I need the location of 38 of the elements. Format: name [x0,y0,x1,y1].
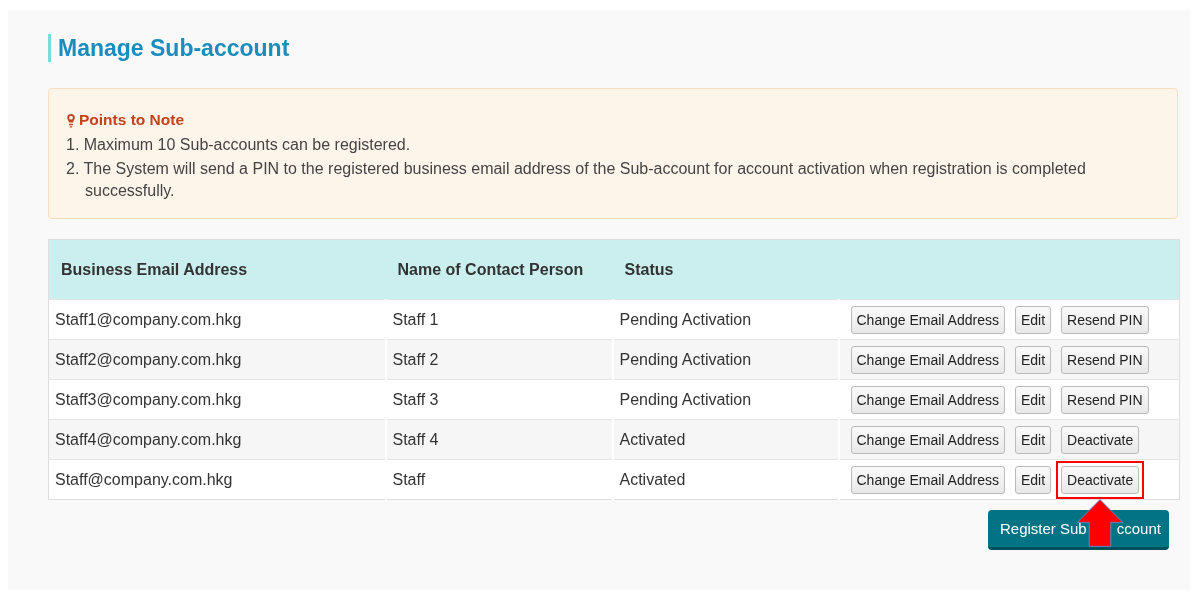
action-button[interactable]: Resend PIN [1061,345,1149,374]
note-item: 1. Maximum 10 Sub-accounts can be registered. [66,135,412,155]
note-heading: Points to Note [79,111,185,129]
change-email-button[interactable]: Change Email Address [850,305,1005,334]
action-button[interactable]: Resend PIN [1061,305,1149,334]
change-email-button[interactable]: Change Email Address [850,385,1005,414]
email-text: Staff4@company.com.hkg [55,430,242,448]
change-email-button[interactable]: Change Email Address [850,425,1005,454]
status-text: Pending Activation [619,350,752,368]
edit-button[interactable]: Edit [1014,385,1052,414]
email-text: Staff3@company.com.hkg [55,390,242,408]
note-item: 2. The System will send a PIN to the registered business email address of the Sub-account for account activation when registration is completed successfully. [66,159,1087,201]
edit-button[interactable]: Edit [1014,345,1052,374]
edit-button[interactable]: Edit [1014,305,1052,334]
action-button[interactable]: Deactivate [1061,465,1140,494]
contact-name: Staff 2 [392,350,439,368]
change-email-button[interactable]: Change Email Address [850,345,1005,374]
column-header: Status [624,260,674,278]
status-text: Pending Activation [619,310,752,328]
change-email-button[interactable]: Change Email Address [850,465,1005,494]
email-text: Staff2@company.com.hkg [55,350,242,368]
column-header: Name of Contact Person [397,260,584,278]
lightbulb-icon [66,112,76,128]
edit-button[interactable]: Edit [1014,465,1052,494]
column-header: Business Email Address [61,260,248,278]
status-text: Activated [619,470,686,488]
contact-name: Staff 4 [392,430,439,448]
contact-name: Staff 1 [392,310,439,328]
status-text: Activated [619,430,686,448]
contact-name: Staff 3 [392,390,439,408]
action-button[interactable]: Resend PIN [1061,385,1149,414]
contact-name: Staff [392,470,426,488]
status-text: Pending Activation [619,390,752,408]
edit-button[interactable]: Edit [1014,425,1052,454]
page-title: Manage Sub-account [48,34,290,62]
email-text: Staff1@company.com.hkg [55,310,242,328]
email-text: Staff@company.com.hkg [55,470,233,488]
action-button[interactable]: Deactivate [1061,425,1140,454]
